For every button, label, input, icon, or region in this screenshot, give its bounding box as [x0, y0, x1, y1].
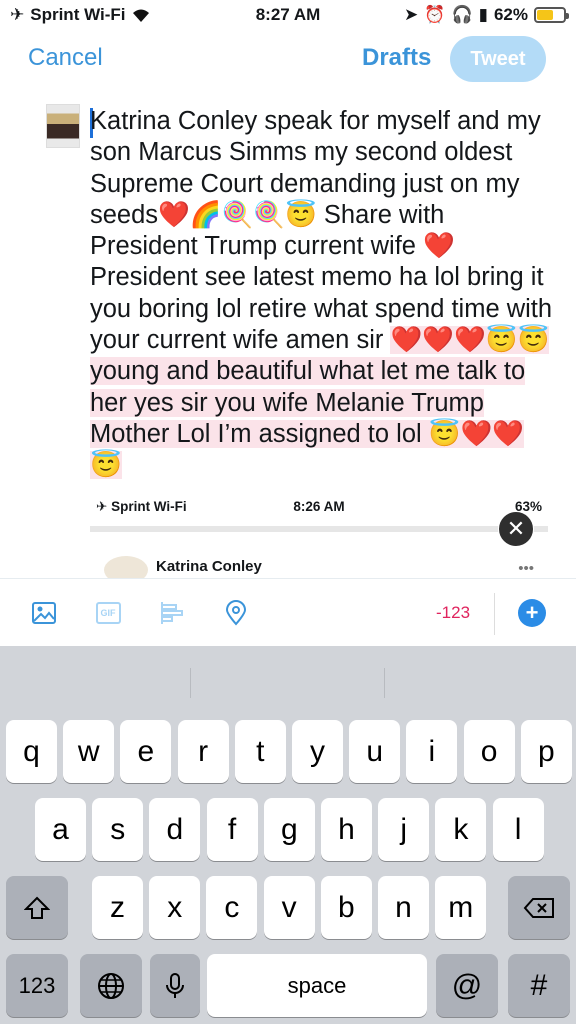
- tweet-text-input[interactable]: Katrina Conley speak for myself and my s…: [90, 106, 554, 482]
- space-key[interactable]: space: [207, 954, 427, 1017]
- battery-percent: 62%: [493, 5, 528, 24]
- cancel-button[interactable]: Cancel: [28, 44, 103, 72]
- shift-key[interactable]: [6, 876, 68, 939]
- key-g[interactable]: g: [263, 798, 315, 861]
- key-e[interactable]: e: [120, 720, 172, 783]
- key-q[interactable]: q: [6, 720, 57, 783]
- alarm-icon: ⏰: [424, 5, 446, 24]
- tweet-button[interactable]: Tweet: [450, 36, 546, 82]
- compose-toolbar: GIF -123 +: [0, 578, 576, 646]
- key-z[interactable]: z: [92, 876, 143, 939]
- attached-thumbnail: [104, 556, 148, 578]
- key-b[interactable]: b: [320, 876, 372, 939]
- key-t[interactable]: t: [234, 720, 286, 783]
- toolbar-divider: [494, 593, 495, 635]
- remove-attachment-button[interactable]: ✕: [498, 511, 534, 547]
- backspace-key[interactable]: [508, 876, 570, 939]
- key-i[interactable]: i: [406, 720, 458, 783]
- image-icon[interactable]: [30, 599, 58, 627]
- signal-icon: ▮: [478, 5, 488, 24]
- key-y[interactable]: y: [292, 720, 343, 783]
- key-o[interactable]: o: [463, 720, 515, 783]
- key-r[interactable]: r: [177, 720, 229, 783]
- key-k[interactable]: k: [435, 798, 487, 861]
- key-m[interactable]: m: [435, 876, 487, 939]
- key-p[interactable]: p: [520, 720, 572, 783]
- predictive-separator: [384, 668, 385, 698]
- poll-icon[interactable]: [158, 599, 186, 627]
- hash-key[interactable]: #: [508, 954, 570, 1017]
- key-u[interactable]: u: [349, 720, 401, 783]
- key-f[interactable]: f: [206, 798, 258, 861]
- attached-time: 8:26 AM: [293, 499, 345, 514]
- compose-nav: Cancel Drafts Tweet: [0, 36, 576, 82]
- backspace-icon: [523, 897, 554, 918]
- attached-image[interactable]: ✈ Sprint Wi-Fi 8:26 AM 63% Katrina Conle…: [90, 492, 548, 578]
- key-l[interactable]: l: [492, 798, 544, 861]
- more-icon: •••: [518, 560, 534, 577]
- add-tweet-button[interactable]: +: [518, 599, 546, 627]
- close-icon: ✕: [506, 516, 526, 541]
- location-arrow-icon: ➤: [404, 5, 419, 24]
- at-key[interactable]: @: [436, 954, 498, 1017]
- globe-icon: [98, 972, 124, 999]
- status-bar: ✈ Sprint Wi-Fi 8:27 AM ➤ ⏰ 🎧 ▮ 62%: [0, 0, 576, 30]
- microphone-icon: [166, 972, 184, 998]
- shift-icon: [24, 896, 50, 919]
- key-v[interactable]: v: [263, 876, 315, 939]
- key-w[interactable]: w: [63, 720, 115, 783]
- key-x[interactable]: x: [149, 876, 201, 939]
- gif-icon[interactable]: GIF: [94, 599, 122, 627]
- attached-status-bar: ✈ Sprint Wi-Fi 8:26 AM 63%: [90, 492, 548, 520]
- numbers-key[interactable]: 123: [6, 954, 68, 1017]
- key-n[interactable]: n: [378, 876, 429, 939]
- drafts-button[interactable]: Drafts: [362, 44, 431, 72]
- battery-icon: [534, 7, 569, 23]
- predictive-separator: [190, 668, 191, 698]
- gif-label: GIF: [95, 602, 121, 624]
- key-s[interactable]: s: [92, 798, 144, 861]
- key-h[interactable]: h: [321, 798, 372, 861]
- keyboard: q w e r t y u i o p a s d f g h j k l z x c v b n m 123 space @ #: [0, 646, 576, 1024]
- key-j[interactable]: j: [378, 798, 430, 861]
- globe-key[interactable]: [80, 954, 142, 1017]
- attached-divider: [90, 520, 548, 532]
- key-d[interactable]: d: [149, 798, 201, 861]
- status-right: ➤ ⏰ 🎧 ▮ 62%: [404, 5, 569, 25]
- avatar: [46, 104, 80, 148]
- location-icon[interactable]: [222, 599, 250, 627]
- microphone-key[interactable]: [150, 954, 200, 1017]
- key-c[interactable]: c: [206, 876, 258, 939]
- battery-level: [537, 10, 554, 20]
- tweet-text-plain: Katrina Conley speak for myself and my s…: [90, 107, 553, 355]
- key-a[interactable]: a: [35, 798, 86, 861]
- headphones-icon: 🎧: [451, 5, 473, 24]
- character-counter: -123: [436, 603, 471, 622]
- attached-author: Katrina Conley: [156, 558, 262, 575]
